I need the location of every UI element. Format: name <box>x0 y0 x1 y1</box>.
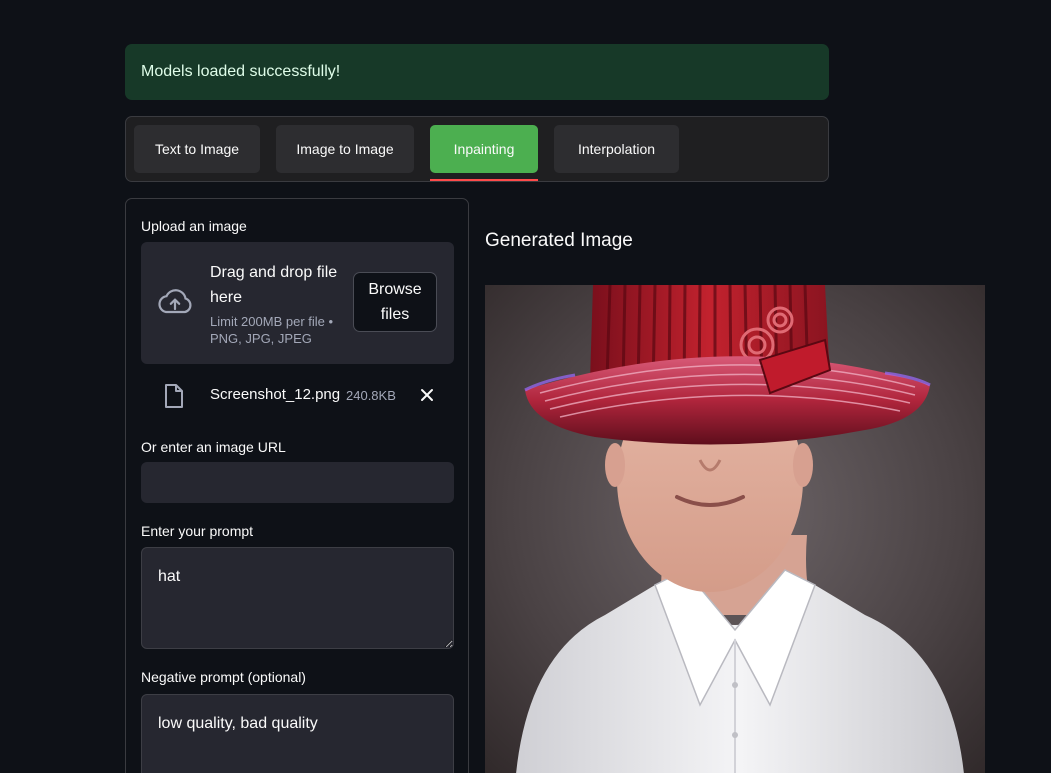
success-alert-text: Models loaded successfully! <box>141 63 341 80</box>
dropzone-limit: Limit 200MB per file • PNG, JPG, JPEG <box>210 314 334 346</box>
image-url-input[interactable] <box>141 462 454 503</box>
prompt-textarea[interactable]: hat <box>141 547 454 649</box>
generated-image <box>485 285 985 773</box>
uploaded-file-row: Screenshot_12.png 240.8KB <box>141 379 454 411</box>
file-icon <box>165 384 183 408</box>
cloud-upload-icon <box>158 289 192 314</box>
dropzone-title: Drag and drop file here <box>210 264 338 306</box>
prompt-label: Enter your prompt <box>141 523 254 539</box>
mode-tabs: Text to Image Image to Image Inpainting … <box>125 116 829 182</box>
generated-image-picture <box>485 285 985 773</box>
upload-label: Upload an image <box>141 218 247 234</box>
browse-files-button[interactable]: Browse files <box>353 272 437 332</box>
tab-interpolation[interactable]: Interpolation <box>554 125 679 173</box>
tab-inpainting[interactable]: Inpainting <box>430 125 538 173</box>
tab-image-to-image[interactable]: Image to Image <box>276 125 414 173</box>
url-label: Or enter an image URL <box>141 439 286 455</box>
negative-prompt-textarea[interactable]: low quality, bad quality <box>141 694 454 773</box>
generated-image-title: Generated Image <box>485 230 633 251</box>
tab-text-to-image[interactable]: Text to Image <box>134 125 260 173</box>
negative-prompt-label: Negative prompt (optional) <box>141 669 306 685</box>
file-size: 240.8KB <box>346 388 396 403</box>
success-alert: Models loaded successfully! <box>125 44 829 100</box>
close-icon[interactable] <box>417 385 437 405</box>
app-root: Models loaded successfully! Text to Imag… <box>0 0 1051 773</box>
file-name: Screenshot_12.png <box>210 386 341 403</box>
file-dropzone[interactable]: Drag and drop file here Limit 200MB per … <box>141 242 454 364</box>
inpainting-form: Upload an image Drag and drop file here … <box>125 198 469 773</box>
active-tab-indicator <box>430 179 538 181</box>
